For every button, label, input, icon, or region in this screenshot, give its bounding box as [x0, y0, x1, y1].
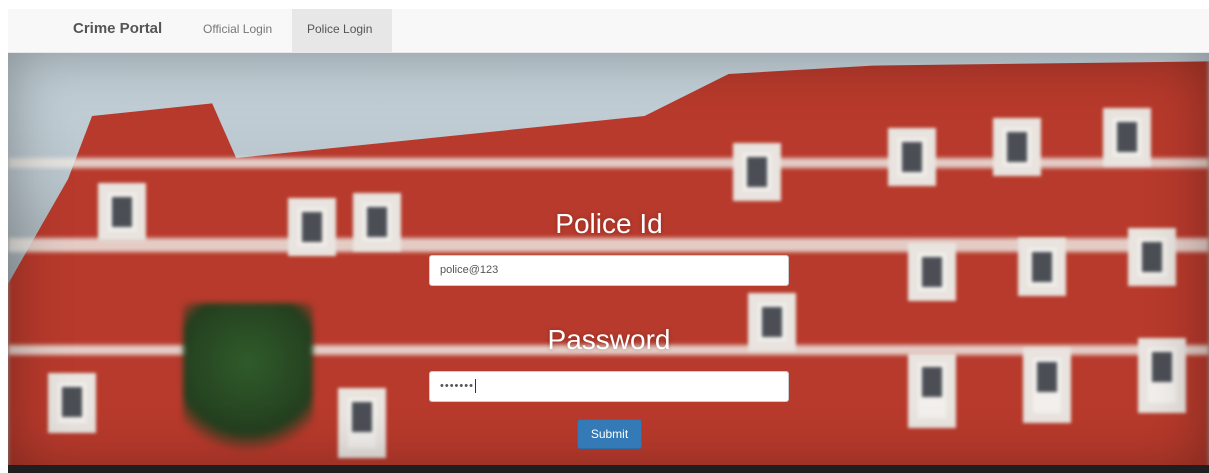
top-navbar: Crime Portal Official Login Police Login: [8, 9, 1209, 53]
nav-official-login[interactable]: Official Login: [191, 9, 284, 52]
bottom-edge: [8, 465, 1209, 473]
password-label: Password: [547, 324, 671, 355]
submit-button[interactable]: Submit: [577, 419, 642, 449]
police-id-input[interactable]: police@123: [429, 255, 789, 286]
background-building-image: Police Id police@123 Password ••••••• Su…: [8, 53, 1209, 473]
password-masked-value: •••••••: [440, 380, 474, 392]
brand-link[interactable]: Crime Portal: [73, 9, 162, 52]
nav-police-login[interactable]: Police Login: [292, 9, 392, 52]
password-input[interactable]: •••••••: [429, 371, 789, 402]
text-caret: [474, 379, 476, 394]
police-id-label: Police Id: [555, 208, 663, 239]
